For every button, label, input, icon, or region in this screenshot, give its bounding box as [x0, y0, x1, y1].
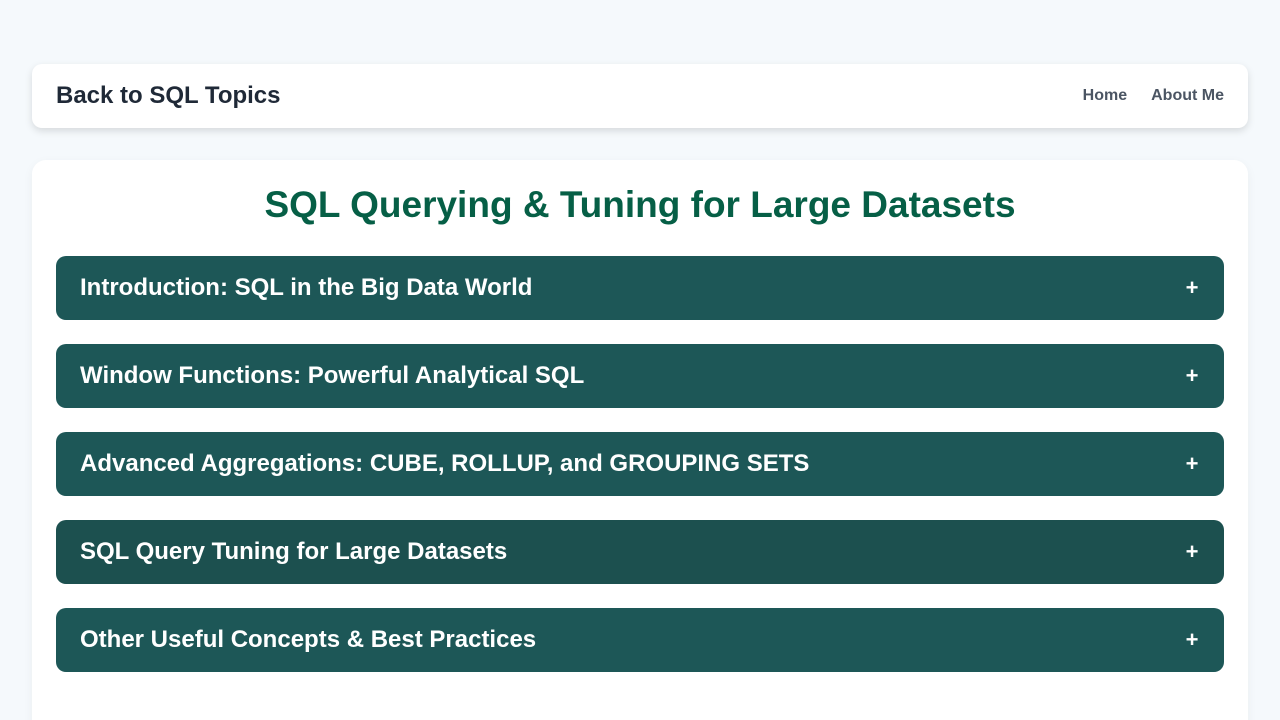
- top-navbar: Back to SQL Topics Home About Me: [32, 64, 1248, 128]
- plus-icon: +: [1185, 363, 1199, 388]
- nav-link-about-me[interactable]: About Me: [1151, 87, 1224, 105]
- accordion-header-window-functions[interactable]: Window Functions: Powerful Analytical SQ…: [56, 344, 1224, 408]
- plus-icon: +: [1185, 275, 1199, 300]
- plus-icon: +: [1185, 451, 1199, 476]
- accordion-header-introduction[interactable]: Introduction: SQL in the Big Data World …: [56, 256, 1224, 320]
- accordion-title: Advanced Aggregations: CUBE, ROLLUP, and…: [80, 450, 810, 477]
- back-to-sql-topics-link[interactable]: Back to SQL Topics: [56, 82, 281, 110]
- accordion-title: Introduction: SQL in the Big Data World: [80, 274, 533, 301]
- page-title: SQL Querying & Tuning for Large Datasets: [264, 184, 1016, 225]
- accordion-title: Window Functions: Powerful Analytical SQ…: [80, 362, 585, 389]
- page: Back to SQL Topics Home About Me SQL Que…: [0, 0, 1280, 720]
- accordion-title: SQL Query Tuning for Large Datasets: [80, 538, 508, 565]
- accordion-header-other-concepts[interactable]: Other Useful Concepts & Best Practices +: [56, 608, 1224, 672]
- content-card: SQL Querying & Tuning for Large Datasets…: [32, 160, 1248, 720]
- accordion-title: Other Useful Concepts & Best Practices: [80, 626, 537, 653]
- plus-icon: +: [1185, 539, 1199, 564]
- plus-icon: +: [1185, 627, 1199, 652]
- nav-link-home[interactable]: Home: [1083, 87, 1127, 105]
- accordion-header-advanced-aggregations[interactable]: Advanced Aggregations: CUBE, ROLLUP, and…: [56, 432, 1224, 496]
- accordion-header-query-tuning[interactable]: SQL Query Tuning for Large Datasets +: [56, 520, 1224, 584]
- accordion: Introduction: SQL in the Big Data World …: [56, 256, 1224, 672]
- nav-links: Home About Me: [1059, 87, 1224, 105]
